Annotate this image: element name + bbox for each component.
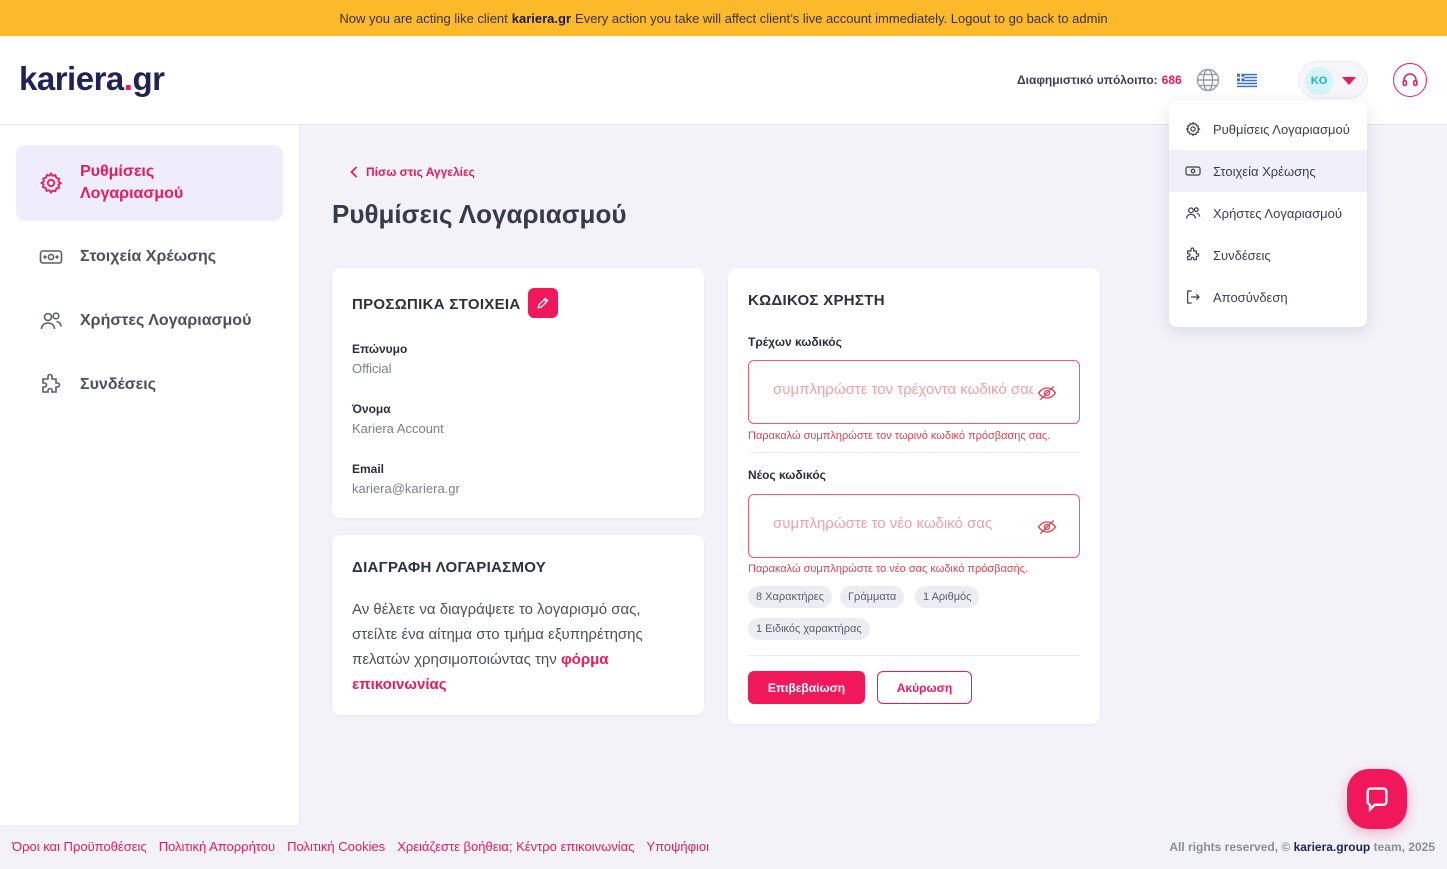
user-menu-button[interactable]: KO	[1298, 61, 1368, 99]
copyright-prefix: All rights reserved, ©	[1169, 840, 1291, 854]
menu-item-label: Συνδέσεις	[1213, 247, 1271, 263]
logout-icon	[1184, 288, 1202, 306]
menu-item-label: Χρήστες Λογαριασμού	[1213, 205, 1342, 221]
billing-icon	[1184, 162, 1202, 180]
support-button[interactable]	[1393, 63, 1427, 97]
footer-link-privacy[interactable]: Πολιτική Απορρήτου	[159, 839, 275, 854]
menu-item-label: Αποσύνδεση	[1213, 289, 1288, 305]
sidebar-item-connections[interactable]: Συνδέσεις	[16, 368, 283, 402]
puzzle-icon	[38, 372, 64, 398]
copyright-suffix: team, 2025	[1373, 840, 1435, 854]
current-password-input[interactable]	[773, 381, 1033, 398]
menu-item-label: Ρυθμίσεις Λογαριασμού	[1213, 121, 1350, 137]
current-password-field[interactable]	[748, 360, 1080, 424]
menu-item-users[interactable]: Χρήστες Λογαριασμού	[1169, 192, 1367, 234]
gear-icon	[1184, 120, 1202, 138]
divider	[748, 452, 1080, 453]
personal-info-card: ΠΡΟΣΩΠΙΚΑ ΣΤΟΙΧΕΙΑ Επώνυμο Official Όνομ…	[332, 268, 704, 518]
credit-value: 686	[1161, 73, 1182, 87]
requirement-chip: 8 Χαρακτήρες	[748, 586, 832, 608]
password-card: ΚΩΔΙΚΟΣ ΧΡΗΣΤΗ Τρέχων κωδικός Παρακαλώ σ…	[728, 268, 1100, 724]
ad-credit: Διαφημιστικό υπόλοιπο: 686	[1017, 73, 1182, 87]
password-title: ΚΩΔΙΚΟΣ ΧΡΗΣΤΗ	[748, 292, 885, 309]
edit-button[interactable]	[528, 288, 558, 318]
delete-account-title: ΔΙΑΓΡΑΦΗ ΛΟΓΑΡΙΑΣΜΟΥ	[352, 559, 547, 576]
headset-icon	[1402, 73, 1418, 86]
caret-down-icon	[1342, 77, 1356, 85]
pencil-icon	[537, 297, 549, 309]
sidebar-item-users[interactable]: Χρήστες Λογαριασμού	[16, 304, 283, 338]
requirement-chip: Γράμματα	[840, 586, 905, 608]
sidebar-item-label: Ρυθμίσεις Λογαριασμού	[80, 163, 184, 202]
footer-link-cookies[interactable]: Πολιτική Cookies	[287, 839, 385, 854]
footer-links: Όροι και Προϋποθέσεις Πολιτική Απορρήτου…	[12, 839, 709, 854]
cancel-button[interactable]: Ακύρωση	[877, 671, 972, 704]
current-password-label: Τρέχων κωδικός	[748, 335, 842, 349]
users-icon	[38, 308, 64, 334]
impersonation-banner: Now you are acting like client kariera.g…	[0, 0, 1447, 36]
sidebar-item-account-settings[interactable]: Ρυθμίσεις Λογαριασμού	[16, 145, 283, 221]
new-password-error: Παρακαλώ συμπληρώστε το νέο σας κωδικό π…	[748, 563, 1029, 575]
menu-item-connections[interactable]: Συνδέσεις	[1169, 234, 1367, 276]
back-link[interactable]: Πίσω στις Αγγελίες	[350, 165, 475, 179]
banner-suffix: Every action you take will affect client…	[575, 10, 1108, 26]
credit-label: Διαφημιστικό υπόλοιπο:	[1017, 73, 1158, 87]
current-password-error: Παρακαλώ συμπληρώστε τον τωρινό κωδικό π…	[748, 430, 1051, 442]
menu-item-logout[interactable]: Αποσύνδεση	[1169, 276, 1367, 318]
sidebar-item-label: Χρήστες Λογαριασμού	[80, 312, 252, 329]
footer: Όροι και Προϋποθέσεις Πολιτική Απορρήτου…	[0, 825, 1447, 869]
sidebar-item-label: Συνδέσεις	[80, 376, 157, 393]
copyright: All rights reserved, © kariera.group tea…	[1169, 840, 1435, 854]
chat-button[interactable]	[1347, 769, 1407, 829]
copyright-brand: kariera.group	[1293, 840, 1371, 854]
new-password-label: Νέος κωδικός	[748, 468, 826, 482]
email-value: kariera@kariera.gr	[352, 481, 460, 496]
globe-icon[interactable]	[1196, 68, 1220, 92]
delete-account-card: ΔΙΑΓΡΑΦΗ ΛΟΓΑΡΙΑΣΜΟΥ Αν θέλετε να διαγρά…	[332, 535, 704, 715]
footer-link-help[interactable]: Χρειάζεστε βοήθεια; Κέντρο επικοινωνίας	[397, 839, 634, 854]
divider	[748, 655, 1080, 656]
surname-label: Επώνυμο	[352, 342, 408, 356]
gear-icon	[38, 170, 64, 196]
chevron-left-icon	[350, 166, 358, 178]
sidebar-item-label: Στοιχεία Χρέωσης	[80, 248, 217, 265]
name-label: Όνομα	[352, 402, 391, 416]
name-value: Kariera Account	[352, 421, 444, 436]
eye-off-icon[interactable]	[1037, 517, 1057, 537]
sidebar: Ρυθμίσεις Λογαριασμού Στοιχεία Χρέωσης Χ…	[0, 125, 300, 825]
banner-prefix: Now you are acting like client	[339, 10, 508, 26]
logo-tld: gr	[132, 60, 165, 97]
banner-client: kariera.gr	[511, 10, 572, 26]
greek-flag-icon[interactable]	[1237, 73, 1257, 88]
confirm-button[interactable]: Επιβεβαίωση	[748, 671, 865, 704]
avatar: KO	[1305, 67, 1333, 95]
eye-off-icon[interactable]	[1037, 383, 1057, 403]
footer-link-terms[interactable]: Όροι και Προϋποθέσεις	[12, 839, 147, 854]
email-label: Email	[352, 462, 385, 476]
menu-item-label: Στοιχεία Χρέωσης	[1213, 163, 1316, 179]
footer-link-candidates[interactable]: Υποψήφιοι	[646, 839, 709, 854]
surname-value: Official	[352, 361, 392, 376]
new-password-input[interactable]	[773, 515, 1033, 532]
back-link-label: Πίσω στις Αγγελίες	[366, 165, 475, 179]
logo-text: kariera	[19, 60, 124, 97]
puzzle-icon	[1184, 246, 1202, 264]
users-icon	[1184, 204, 1202, 222]
requirement-chip: 1 Αριθμός	[915, 586, 980, 608]
menu-item-billing[interactable]: Στοιχεία Χρέωσης	[1169, 150, 1367, 192]
sidebar-item-billing[interactable]: Στοιχεία Χρέωσης	[16, 240, 283, 274]
kariera-logo[interactable]: kariera.gr	[19, 60, 165, 98]
new-password-field[interactable]	[748, 494, 1080, 558]
user-dropdown-menu: Ρυθμίσεις Λογαριασμού Στοιχεία Χρέωσης Χ…	[1169, 101, 1367, 327]
page-title: Ρυθμίσεις Λογαριασμού	[332, 199, 627, 229]
delete-account-text: Αν θέλετε να διαγράψετε το λογαρισμό σας…	[352, 597, 672, 697]
requirement-chip: 1 Ειδικός χαρακτήρας	[748, 618, 870, 640]
menu-item-account-settings[interactable]: Ρυθμίσεις Λογαριασμού	[1169, 108, 1367, 150]
personal-info-title: ΠΡΟΣΩΠΙΚΑ ΣΤΟΙΧΕΙΑ	[352, 296, 521, 313]
chat-bubble-icon	[1366, 787, 1388, 813]
billing-icon	[38, 244, 64, 270]
